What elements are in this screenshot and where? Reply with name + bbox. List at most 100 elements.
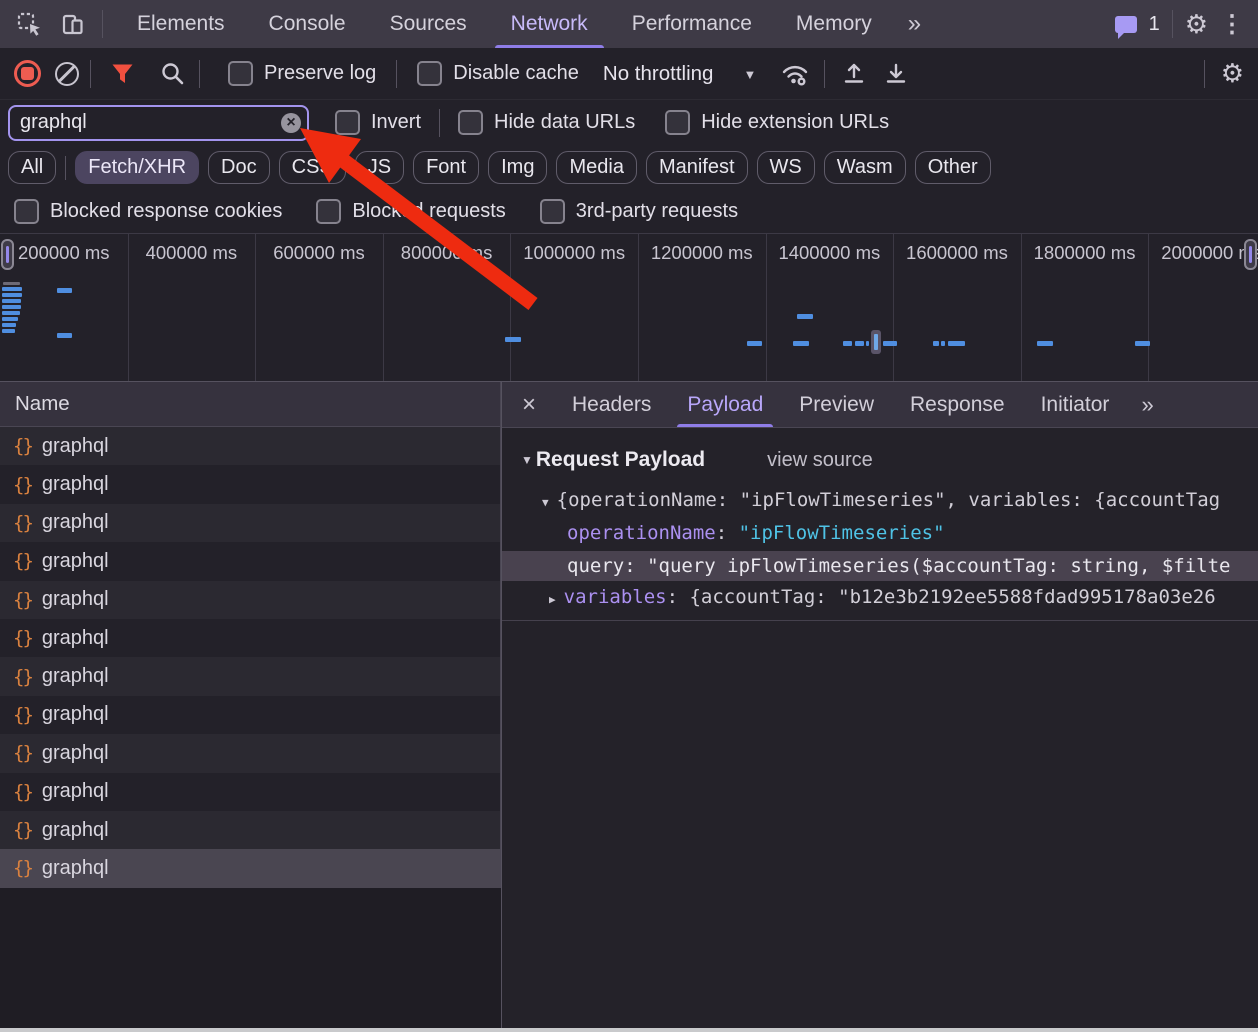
disable-cache-checkbox[interactable]: [417, 61, 442, 86]
hide-data-urls-label[interactable]: Hide data URLs: [494, 111, 635, 134]
request-row-4[interactable]: {}graphql: [0, 581, 501, 619]
view-source-link[interactable]: view source: [767, 449, 873, 472]
kebab-menu-icon[interactable]: ⋮: [1220, 10, 1244, 39]
overview-tick-9: 2000000 ms: [1148, 234, 1258, 264]
import-har-icon[interactable]: [837, 54, 871, 94]
disable-cache-label[interactable]: Disable cache: [453, 62, 579, 85]
request-row-7[interactable]: {}graphql: [0, 696, 501, 734]
filter-input[interactable]: [8, 105, 309, 141]
hide-extension-urls-label[interactable]: Hide extension URLs: [701, 111, 889, 134]
preserve-log-label[interactable]: Preserve log: [264, 62, 376, 85]
tab-console[interactable]: Console: [247, 0, 368, 48]
third-party-requests-label[interactable]: 3rd-party requests: [576, 200, 738, 223]
overview-tick-row: 200000 ms400000 ms600000 ms800000 ms1000…: [0, 234, 1258, 264]
detail-tab-initiator[interactable]: Initiator: [1023, 382, 1128, 427]
device-toolbar-icon[interactable]: [56, 4, 90, 44]
waterfall-selected-marker: [871, 330, 881, 354]
blocked-requests-checkbox[interactable]: [316, 199, 341, 224]
chip-other[interactable]: Other: [915, 151, 991, 184]
chip-media[interactable]: Media: [556, 151, 636, 184]
overview-tick-6: 1400000 ms: [766, 234, 894, 264]
request-row-8[interactable]: {}graphql: [0, 734, 501, 772]
detail-tab-response[interactable]: Response: [892, 382, 1023, 427]
devtools-window: ElementsConsoleSourcesNetworkPerformance…: [0, 0, 1258, 1032]
chip-font[interactable]: Font: [413, 151, 479, 184]
blocked-response-cookies-checkbox[interactable]: [14, 199, 39, 224]
issues-count: 1: [1149, 13, 1160, 36]
tab-sources[interactable]: Sources: [368, 0, 489, 48]
request-row-9[interactable]: {}graphql: [0, 773, 501, 811]
chip-img[interactable]: Img: [488, 151, 547, 184]
tab-performance[interactable]: Performance: [610, 0, 774, 48]
waterfall-bar-21: [948, 341, 965, 346]
hide-extension-urls-checkbox[interactable]: [665, 110, 690, 135]
more-tabs-icon[interactable]: »: [894, 10, 935, 38]
issues-icon[interactable]: [1115, 16, 1137, 33]
settings-gear-icon[interactable]: ⚙: [1185, 9, 1208, 40]
request-row-1[interactable]: {}graphql: [0, 465, 501, 503]
request-row-6[interactable]: {}graphql: [0, 657, 501, 695]
invert-label[interactable]: Invert: [371, 111, 421, 134]
chip-doc[interactable]: Doc: [208, 151, 270, 184]
filter-row: × Invert Hide data URLs Hide extension U…: [0, 100, 1258, 145]
tab-network[interactable]: Network: [489, 0, 610, 48]
json-braces-icon: {}: [13, 819, 32, 841]
blocked-requests-label[interactable]: Blocked requests: [352, 200, 505, 223]
throttling-select[interactable]: No throttling: [603, 62, 714, 86]
network-conditions-icon[interactable]: [778, 54, 812, 94]
chip-wasm[interactable]: Wasm: [824, 151, 906, 184]
request-row-2[interactable]: {}graphql: [0, 504, 501, 542]
overview-right-grip[interactable]: [1244, 239, 1257, 270]
request-row-11[interactable]: {}graphql: [0, 849, 501, 887]
request-row-10[interactable]: {}graphql: [0, 811, 501, 849]
payload-root-line[interactable]: ▼{operationName: "ipFlowTimeseries", var…: [502, 489, 1258, 511]
request-row-5[interactable]: {}graphql: [0, 619, 501, 657]
invert-checkbox[interactable]: [335, 110, 360, 135]
chip-all[interactable]: All: [8, 151, 56, 184]
request-row-3[interactable]: {}graphql: [0, 542, 501, 580]
record-network-log-icon[interactable]: [10, 54, 44, 94]
variables-triangle-icon[interactable]: ▶: [549, 593, 556, 606]
throttling-caret-icon[interactable]: ▼: [743, 67, 756, 82]
chip-fetch-xhr[interactable]: Fetch/XHR: [75, 151, 199, 184]
clear-network-log-icon[interactable]: [50, 54, 84, 94]
blocked-response-cookies-label[interactable]: Blocked response cookies: [50, 200, 282, 223]
search-icon[interactable]: [155, 54, 189, 94]
network-settings-gear-icon[interactable]: ⚙: [1221, 58, 1244, 89]
waterfall-bar-18: [883, 341, 897, 346]
waterfall-bar-19: [933, 341, 939, 346]
filter-funnel-icon[interactable]: [105, 54, 139, 94]
payload-query-line[interactable]: query: "query ipFlowTimeseries($accountT…: [502, 551, 1258, 581]
third-party-requests-checkbox[interactable]: [540, 199, 565, 224]
request-name: graphql: [42, 511, 109, 534]
chip-css[interactable]: CSS: [279, 151, 346, 184]
hide-data-urls-checkbox[interactable]: [458, 110, 483, 135]
preserve-log-checkbox[interactable]: [228, 61, 253, 86]
json-braces-icon: {}: [13, 742, 32, 764]
chip-js[interactable]: JS: [355, 151, 404, 184]
detail-more-tabs-icon[interactable]: »: [1127, 392, 1167, 418]
request-row-0[interactable]: {}graphql: [0, 427, 501, 465]
overview-left-grip[interactable]: [1, 239, 14, 270]
detail-tab-headers[interactable]: Headers: [554, 382, 669, 427]
tab-elements[interactable]: Elements: [115, 0, 247, 48]
detail-tab-payload[interactable]: Payload: [669, 382, 781, 427]
inspect-element-icon[interactable]: [12, 4, 46, 44]
chip-manifest[interactable]: Manifest: [646, 151, 748, 184]
overview-tick-8: 1800000 ms: [1021, 234, 1149, 264]
chip-ws[interactable]: WS: [757, 151, 815, 184]
name-column-header[interactable]: Name: [0, 382, 501, 427]
payload-section-triangle-icon[interactable]: ▼: [521, 453, 533, 467]
export-har-icon[interactable]: [879, 54, 913, 94]
tab-memory[interactable]: Memory: [774, 0, 894, 48]
payload-variables-line[interactable]: ▶variables: {accountTag: "b12e3b2192ee55…: [502, 586, 1258, 608]
json-braces-icon: {}: [13, 550, 32, 572]
root-triangle-icon[interactable]: ▼: [542, 496, 549, 509]
close-detail-icon[interactable]: ×: [502, 393, 554, 417]
waterfall-bar-5: [2, 311, 20, 315]
waterfall-bar-7: [2, 323, 16, 327]
clear-filter-icon[interactable]: ×: [281, 113, 301, 133]
detail-tab-preview[interactable]: Preview: [781, 382, 892, 427]
request-name: graphql: [42, 857, 109, 880]
network-overview[interactable]: 200000 ms400000 ms600000 ms800000 ms1000…: [0, 233, 1258, 382]
